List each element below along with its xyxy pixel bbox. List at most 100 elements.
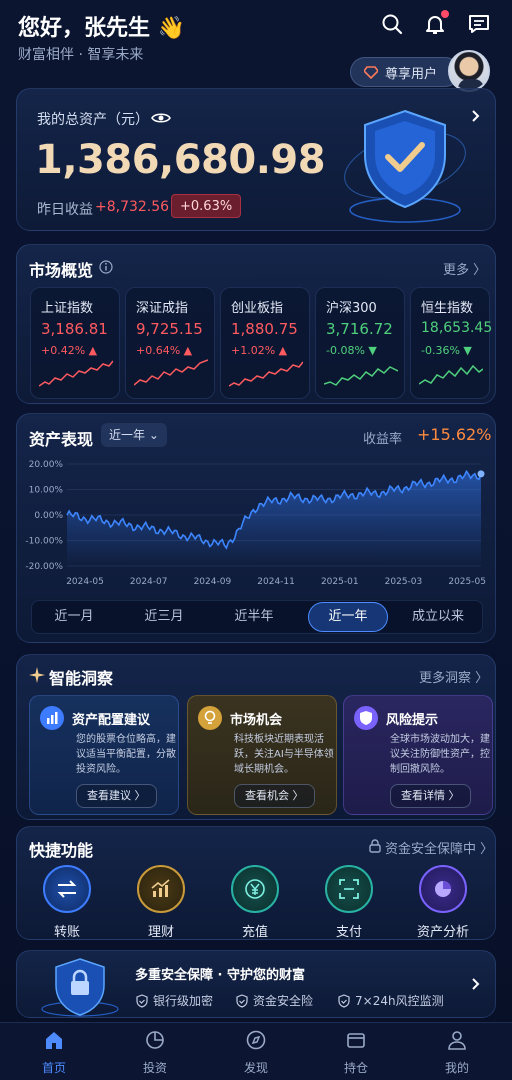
y-tick-label: 10.00% [29, 486, 64, 496]
sparkline [229, 361, 303, 387]
eye-icon[interactable] [151, 111, 171, 125]
chart-icon [137, 865, 185, 913]
performance-chart: 20.00% 10.00% 0.00% -10.00% -20.00%2024-05 20… [25, 460, 486, 587]
chevron-right-icon[interactable] [471, 977, 481, 991]
nav-holdings[interactable]: 持仓 [326, 1029, 386, 1076]
shield-check-icon [236, 993, 248, 1008]
market-overview-card: 市场概览 更多 〉 上证指数 3,186.81 +0.42% ▲ 深证成指 9,725… [16, 244, 496, 404]
market-item-hsi[interactable]: 恒生指数 18,653.45 -0.36% ▼ [410, 287, 492, 399]
insights-more-link[interactable]: 更多洞察 〉 [419, 667, 488, 686]
chevron-right-icon[interactable] [471, 109, 481, 123]
market-item-hs300[interactable]: 沪深300 3,716.72 -0.08% ▼ [315, 287, 405, 399]
x-tick-label: 2025-03 [385, 577, 423, 587]
market-item-cyb[interactable]: 创业板指 1,880.75 +1.02% ▲ [220, 287, 310, 399]
notification-badge [441, 10, 449, 18]
insight-risk[interactable]: 风险提示 全球市场波动加大，建议关注防御性资产，控制回撤风险。 查看详情 〉 [343, 695, 493, 815]
subtitle: 财富相伴 · 智享未来 [18, 47, 144, 63]
diamond-icon [364, 66, 378, 79]
tab-since-inception[interactable]: 成立以来 [398, 601, 478, 633]
lock-icon [369, 839, 381, 853]
quick-recharge[interactable]: 充值 [225, 865, 285, 940]
nav-me[interactable]: 我的 [427, 1029, 487, 1076]
compass-icon [246, 1030, 266, 1050]
quick-wealth[interactable]: 理财 [131, 865, 191, 940]
quick-asset-analysis[interactable]: 资产分析 [413, 865, 473, 940]
pie-icon [419, 865, 467, 913]
scan-icon [325, 865, 373, 913]
yesterday-label: 昨日收益 [37, 202, 93, 218]
security-title: 多重安全保障 · 守护您的财富 [135, 968, 305, 983]
sparkline [324, 366, 398, 386]
yesterday-pct-badge: +0.63% [171, 194, 242, 218]
market-title: 市场概览 [29, 261, 94, 280]
search-icon[interactable] [380, 12, 404, 36]
sparkline [134, 359, 208, 386]
sparkline [419, 364, 483, 385]
insights-card: 智能洞察 更多洞察 〉 资产配置建议 您的股票仓位略高，建议适当平衡配置，分散投… [16, 654, 496, 820]
nav-home[interactable]: 首页 [24, 1029, 84, 1076]
nav-invest[interactable]: 投资 [125, 1029, 185, 1076]
x-tick-label: 2025-05 [448, 577, 486, 587]
view-opportunity-button[interactable]: 查看机会 〉 [234, 784, 315, 808]
security-lock-icon [41, 958, 119, 1017]
shield-illustration-icon [344, 109, 466, 223]
bar-chart-icon [40, 706, 64, 730]
feature-monitoring: 7×24h风控监测 [337, 992, 444, 1009]
area-fill [67, 471, 481, 566]
home-icon [46, 1032, 62, 1049]
market-item-sh[interactable]: 上证指数 3,186.81 +0.42% ▲ [30, 287, 120, 399]
quick-title: 快捷功能 [29, 841, 94, 860]
market-item-sz[interactable]: 深证成指 9,725.15 +0.64% ▲ [125, 287, 215, 399]
period-tabs: 近一月 近三月 近半年 近一年 成立以来 [31, 600, 483, 634]
y-tick-label: -10.00% [25, 537, 63, 547]
tab-1m[interactable]: 近一月 [34, 601, 114, 633]
y-tick-label: 20.00% [29, 460, 64, 470]
view-suggestion-button[interactable]: 查看建议 〉 [76, 784, 157, 808]
y-tick-label: 0.00% [34, 511, 63, 521]
x-tick-label: 2024-07 [130, 577, 168, 587]
tab-3m[interactable]: 近三月 [124, 601, 204, 633]
greeting: 您好，张先生 👋 [18, 16, 186, 41]
avatar[interactable] [448, 50, 490, 92]
period-dropdown[interactable]: 近一年 ⌄ [101, 423, 167, 447]
insight-allocation[interactable]: 资产配置建议 您的股票仓位略高，建议适当平衡配置，分散投资风险。 查看建议 〉 [29, 695, 179, 815]
y-tick-label: -20.00% [25, 562, 63, 572]
quick-pay[interactable]: 支付 [319, 865, 379, 940]
view-details-button[interactable]: 查看详情 〉 [390, 784, 471, 808]
security-banner[interactable]: 多重安全保障 · 守护您的财富 银行级加密 资金安全险 7×24h风控监测 [16, 950, 496, 1018]
yen-icon [231, 865, 279, 913]
pie-chart-icon [146, 1031, 164, 1049]
bottom-nav: 首页 投资 发现 持仓 我的 [0, 1022, 512, 1080]
notification-bell-icon[interactable] [423, 10, 449, 36]
tab-1y[interactable]: 近一年 [308, 602, 388, 632]
insights-title: 智能洞察 [49, 669, 114, 688]
x-tick-label: 2024-11 [257, 577, 295, 587]
info-icon[interactable] [99, 260, 113, 274]
tab-6m[interactable]: 近半年 [214, 601, 294, 633]
yesterday-value: +8,732.56 [95, 199, 170, 215]
message-icon[interactable] [467, 12, 491, 36]
performance-card: 资产表现 近一年 ⌄ 收益率 +15.62% 20.00% 10.00% 0.00%… [16, 413, 496, 643]
sparkle-icon [29, 667, 45, 683]
vip-label: 尊享用户 [385, 66, 438, 82]
feature-encryption: 银行级加密 [135, 992, 213, 1009]
user-icon [448, 1031, 466, 1050]
total-assets-card[interactable]: 我的总资产（元） 1,386,680.98 昨日收益 +8,732.56 +0.… [16, 88, 496, 231]
return-rate-value: +15.62% [417, 425, 492, 444]
feature-insurance: 资金安全险 [235, 992, 313, 1009]
nav-discover[interactable]: 发现 [226, 1029, 286, 1076]
total-assets-value: 1,386,680.98 [35, 137, 326, 183]
security-status-link[interactable]: 资金安全保障中 〉 [385, 838, 493, 857]
vip-badge[interactable]: 尊享用户 [350, 57, 460, 87]
market-more-link[interactable]: 更多 〉 [443, 259, 486, 278]
performance-title: 资产表现 [29, 430, 94, 449]
shield-check-icon [136, 993, 148, 1008]
quick-transfer[interactable]: 转账 [37, 865, 97, 940]
insight-opportunity[interactable]: 市场机会 科技板块近期表现活跃，关注AI与半导体领域长期机会。 查看机会 〉 [187, 695, 337, 815]
lightbulb-icon [198, 706, 222, 730]
x-tick-label: 2025-01 [321, 577, 359, 587]
return-rate-label: 收益率 [363, 432, 403, 447]
end-point [477, 470, 485, 478]
wallet-icon [347, 1033, 365, 1048]
shield-check-icon [338, 993, 350, 1008]
